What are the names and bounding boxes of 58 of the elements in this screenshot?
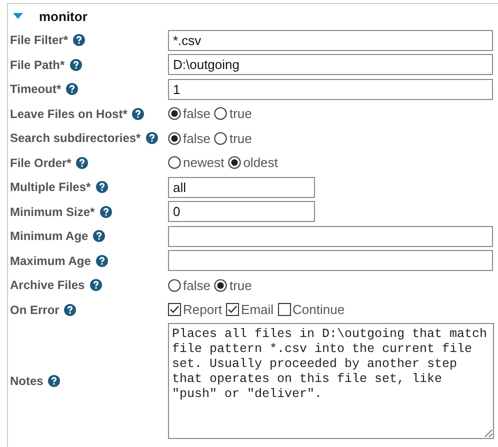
checkbox-icon[interactable] — [226, 303, 240, 316]
radio-button-icon[interactable] — [214, 107, 228, 120]
radio-option[interactable]: true — [214, 130, 252, 146]
help-icon[interactable] — [96, 181, 108, 194]
expand-triangle-icon[interactable] — [12, 12, 24, 20]
help-icon[interactable] — [64, 304, 76, 316]
text-field[interactable]: 1 — [168, 78, 493, 100]
help-icon[interactable] — [70, 58, 82, 71]
help-icon[interactable] — [90, 279, 102, 292]
help-icon[interactable] — [93, 230, 106, 242]
help-icon[interactable] — [76, 156, 88, 169]
radio-option[interactable]: true — [214, 106, 252, 122]
field-label: Maximum Age — [10, 254, 91, 268]
field-label: File Filter* — [10, 33, 68, 48]
radio-option[interactable]: false — [168, 278, 210, 293]
checkbox-icon[interactable] — [168, 303, 181, 316]
radio-option[interactable]: newest — [168, 155, 224, 170]
radio-button-icon[interactable] — [214, 132, 228, 145]
field-label: File Path* — [10, 58, 65, 72]
radio-button-icon[interactable] — [168, 107, 181, 120]
text-field[interactable] — [168, 226, 493, 247]
field-label: On Error — [10, 302, 60, 317]
field-label: File Order* — [10, 156, 72, 170]
text-field[interactable]: D:\outgoing — [168, 54, 493, 76]
field-label: Notes — [10, 374, 44, 388]
radio-button-icon[interactable] — [168, 278, 181, 292]
radio-button-icon[interactable] — [168, 156, 181, 170]
field-label: Archive Files — [10, 278, 85, 292]
checkbox-icon[interactable] — [278, 303, 291, 316]
help-icon[interactable] — [146, 132, 158, 144]
help-icon[interactable] — [100, 206, 112, 218]
help-icon[interactable] — [66, 83, 78, 96]
field-label: Search subdirectories* — [10, 131, 141, 146]
help-icon[interactable] — [73, 34, 86, 46]
notes-field[interactable]: Places all files in D:\outgoing that match file pattern *.csv into the current file set. Usually proceeded by another step that operates on this file set, like "push" or "deliver". — [168, 323, 494, 439]
radio-option[interactable]: false — [168, 106, 210, 122]
field-label: Multiple Files* — [10, 180, 91, 194]
field-label: Timeout* — [10, 82, 62, 96]
radio-button-icon[interactable] — [214, 278, 228, 292]
checkbox-option[interactable]: Continue — [278, 302, 345, 318]
help-icon[interactable] — [132, 108, 144, 120]
radio-option[interactable]: oldest — [228, 155, 278, 170]
text-field[interactable]: all — [168, 176, 315, 198]
field-label: Leave Files on Host* — [10, 106, 128, 121]
text-field[interactable]: *.csv — [168, 30, 493, 51]
radio-button-icon[interactable] — [168, 132, 181, 145]
radio-option[interactable]: false — [168, 130, 210, 146]
text-field[interactable] — [168, 250, 493, 272]
checkbox-option[interactable]: Email — [226, 302, 274, 318]
field-label: Minimum Age — [10, 229, 88, 244]
section-title: monitor — [39, 8, 88, 24]
help-icon[interactable] — [96, 254, 108, 267]
text-field[interactable]: 0 — [168, 201, 315, 222]
radio-option[interactable]: true — [214, 278, 252, 293]
field-label: Minimum Size* — [10, 204, 95, 219]
checkbox-option[interactable]: Report — [168, 302, 222, 318]
radio-button-icon[interactable] — [228, 156, 242, 170]
help-icon[interactable] — [48, 375, 60, 387]
